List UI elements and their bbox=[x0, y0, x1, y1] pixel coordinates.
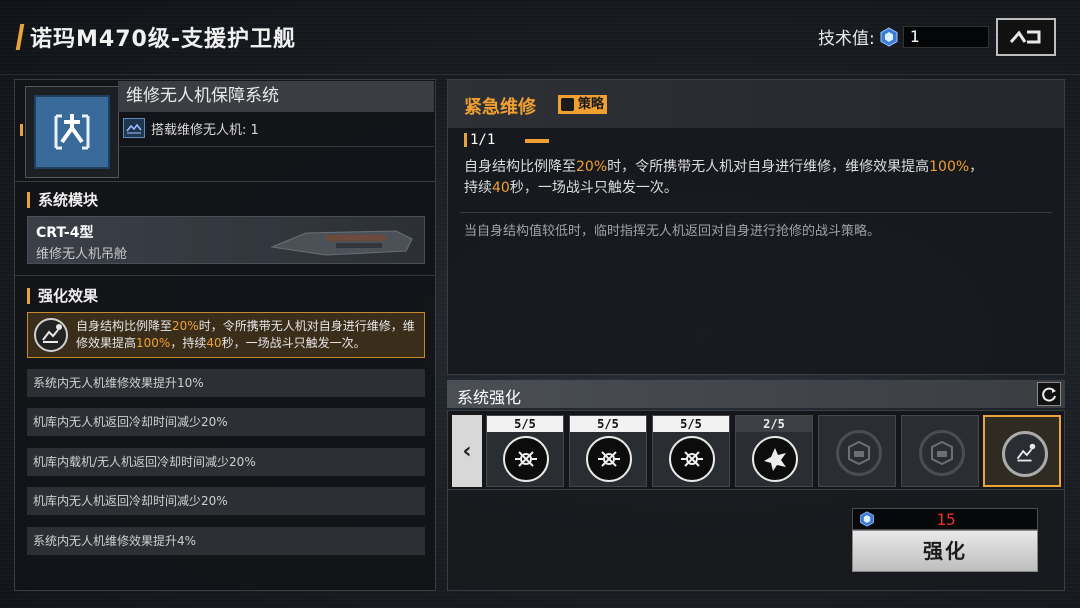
skill-name: 紧急维修 bbox=[464, 97, 536, 118]
tech-label: 技术值: bbox=[818, 29, 875, 49]
system-sub-divider bbox=[118, 146, 434, 147]
count-accent bbox=[464, 133, 467, 147]
slot-count: 5/5 bbox=[570, 416, 646, 432]
tech-gem-icon bbox=[880, 26, 898, 47]
page-header: 诺玛M470级-支援护卫舰 bbox=[15, 20, 296, 54]
module-card[interactable]: CRT-4型 维修无人机吊舱 bbox=[27, 216, 425, 264]
stat-row: 系统内无人机维修效果提升10% bbox=[27, 369, 425, 397]
slot-count: 2/5 bbox=[736, 416, 812, 432]
enhance-effect-title: 强化效果 bbox=[27, 288, 98, 304]
skill-tag-label: 策略 bbox=[578, 97, 605, 112]
burst-icon bbox=[752, 436, 798, 482]
enhance-effect-main: 自身结构比例降至20%时，令所携带无人机对自身进行维修，维修效果提高100%，持… bbox=[27, 312, 425, 358]
enhance-slot[interactable]: 5/5 bbox=[652, 415, 730, 487]
skill-desc-line: 自身结构比例降至20%时，令所携带无人机对自身进行维修，维修效果提高100%， bbox=[464, 159, 984, 175]
refresh-icon bbox=[1042, 387, 1056, 402]
stat-row: 机库内无人机返回冷却时间减少20% bbox=[27, 487, 425, 515]
enhance-slot-selected[interactable] bbox=[983, 415, 1061, 487]
enhance-slots: ‹ 5/5 5/5 5/5 2/5 bbox=[447, 410, 1065, 490]
enhance-slot-locked[interactable] bbox=[818, 415, 896, 487]
strategy-repair-icon bbox=[34, 318, 68, 352]
enhance-cost-value: 15 bbox=[936, 510, 956, 529]
system-accent bbox=[20, 124, 23, 136]
strategy-repair-icon bbox=[1002, 431, 1048, 477]
tech-value: 1 bbox=[902, 25, 989, 48]
locked-hex-icon bbox=[836, 430, 882, 476]
trigger-count: 1/1 bbox=[470, 132, 496, 148]
enhance-slot[interactable]: 5/5 bbox=[486, 415, 564, 487]
module-subtitle: 维修无人机吊舱 bbox=[36, 247, 128, 262]
system-icon-frame[interactable] bbox=[25, 86, 119, 178]
slot-count: 5/5 bbox=[653, 416, 729, 432]
left-panel: 维修无人机保障系统 搭载维修无人机: 1 系统模块 CRT-4型 维修无人机吊舱… bbox=[14, 79, 436, 591]
enhance-button[interactable]: 强化 bbox=[852, 530, 1038, 572]
stat-row: 机库内无人机返回冷却时间减少20% bbox=[27, 408, 425, 436]
system-sub-info: 搭载维修无人机: 1 bbox=[123, 118, 259, 138]
enhance-effect-text: 自身结构比例降至20%时，令所携带无人机对自身进行维修，维修效果提高100%，持… bbox=[76, 319, 415, 350]
system-header: 维修无人机保障系统 搭载维修无人机: 1 bbox=[15, 80, 435, 182]
locked-hex-icon bbox=[919, 430, 965, 476]
trigger-count-bar bbox=[525, 139, 549, 143]
module-section-title: 系统模块 bbox=[27, 192, 98, 208]
stat-row: 机库内载机/无人机返回冷却时间减少20% bbox=[27, 448, 425, 476]
enhance-slot-locked[interactable] bbox=[901, 415, 979, 487]
tech-points: 技术值: 1 bbox=[818, 24, 989, 49]
skill-detail-panel: 紧急维修 策略 1/1 自身结构比例降至20%时，令所携带无人机对自身进行维修，… bbox=[447, 79, 1065, 375]
slot-count: 5/5 bbox=[487, 416, 563, 432]
skill-header: 紧急维修 策略 bbox=[448, 80, 1064, 128]
drone-repair-icon bbox=[34, 95, 110, 169]
system-sub-label: 搭载维修无人机: 1 bbox=[151, 122, 259, 138]
chevron-left-icon: ‹ bbox=[462, 438, 472, 464]
skill-tag: 策略 bbox=[558, 95, 608, 114]
refresh-button[interactable] bbox=[1037, 382, 1061, 406]
enhance-slot[interactable]: 2/5 bbox=[735, 415, 813, 487]
back-icon bbox=[1009, 30, 1041, 44]
enhance-slot[interactable]: 5/5 bbox=[569, 415, 647, 487]
enhance-cost: 15 bbox=[852, 508, 1038, 530]
stat-row: 系统内无人机维修效果提升4% bbox=[27, 527, 425, 555]
enhance-title: 系统强化 bbox=[457, 388, 522, 407]
skill-flavor-text: 当自身结构值较低时，临时指挥无人机返回对自身进行抢修的战斗策略。 bbox=[464, 224, 881, 239]
page-title: 诺玛M470级-支援护卫舰 bbox=[30, 27, 296, 52]
section-divider bbox=[15, 275, 435, 276]
module-pod-image bbox=[270, 230, 413, 256]
back-button[interactable] bbox=[996, 18, 1056, 56]
enhance-header: 系统强化 bbox=[447, 380, 1065, 408]
system-name: 维修无人机保障系统 bbox=[118, 81, 434, 112]
header-divider bbox=[0, 74, 1080, 75]
skill-description: 自身结构比例降至20%时，令所携带无人机对自身进行维修，维修效果提高100%， … bbox=[464, 157, 1054, 199]
strategy-tag-icon bbox=[561, 98, 574, 111]
slots-prev-button[interactable]: ‹ bbox=[452, 415, 482, 487]
drone-return-icon bbox=[669, 436, 715, 482]
skill-desc-line: 持续40秒，一场战斗只触发一次。 bbox=[464, 180, 678, 196]
drone-return-icon bbox=[503, 436, 549, 482]
skill-divider bbox=[460, 212, 1052, 213]
drone-return-icon bbox=[586, 436, 632, 482]
module-name: CRT-4型 bbox=[36, 225, 94, 241]
drone-count-icon bbox=[123, 118, 145, 138]
